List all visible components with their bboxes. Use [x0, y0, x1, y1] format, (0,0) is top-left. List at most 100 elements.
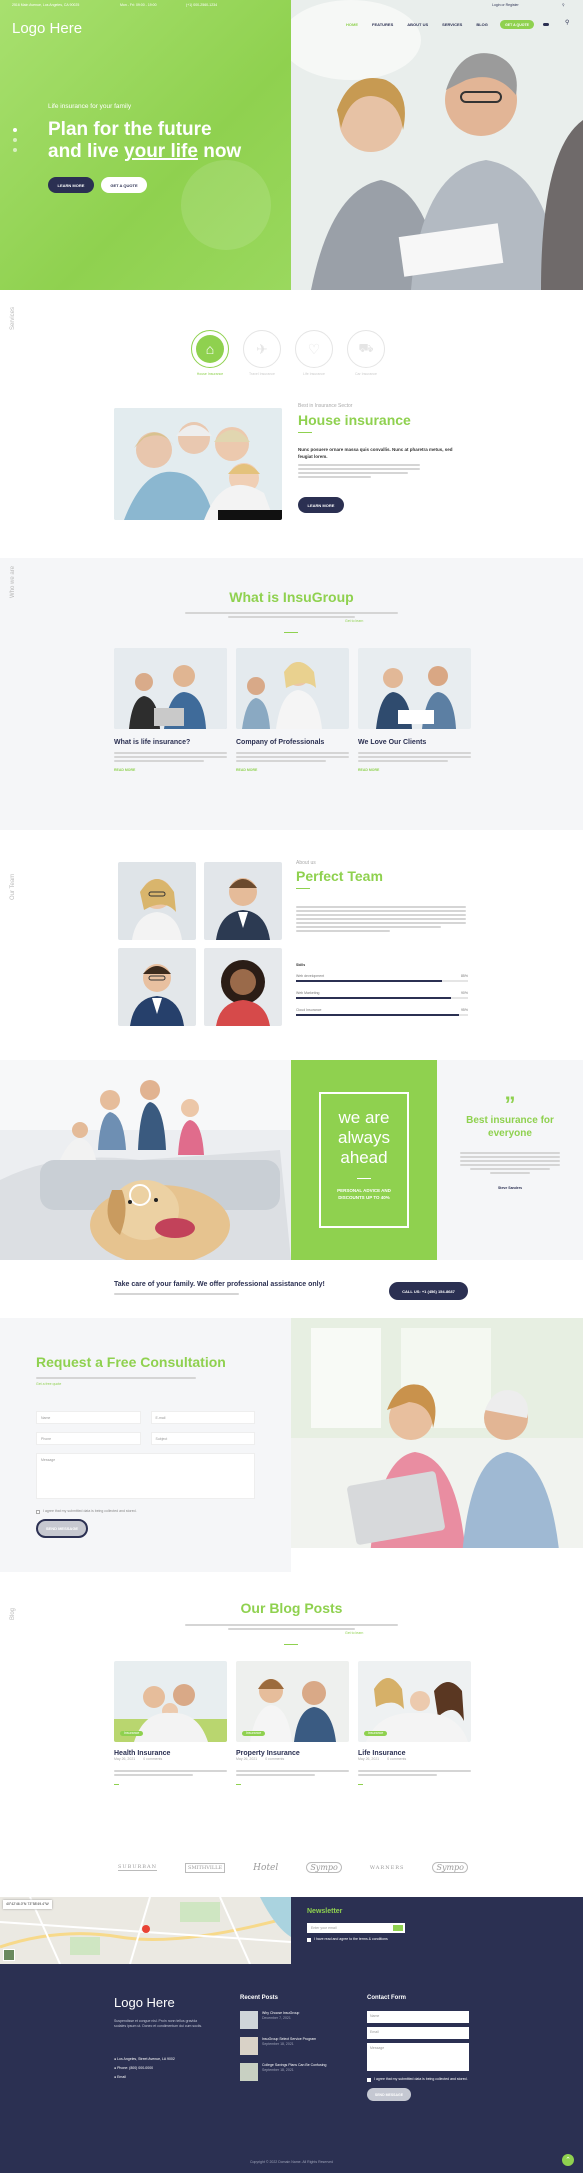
seniors-photo: [291, 1318, 583, 1572]
recent-post[interactable]: InsuGroup Select Service Program Septembe…: [240, 2037, 350, 2055]
arrow-icon[interactable]: [236, 1784, 241, 1785]
team-member-photo[interactable]: [118, 948, 196, 1026]
services-learn-button[interactable]: LEARN MORE: [298, 497, 344, 513]
read-more-link[interactable]: READ MORE: [358, 768, 471, 773]
nav-services[interactable]: SERVICES: [442, 22, 462, 27]
nav-blog[interactable]: BLOG: [476, 22, 488, 27]
post-tag[interactable]: Insurance: [242, 1731, 266, 1736]
newsletter: Newsletter Enter your email I have read …: [291, 1897, 583, 1964]
footer-contacts: ● Los Angeles, Street Avenue, LA 9002 ● …: [114, 2055, 175, 2082]
message-field[interactable]: Message: [36, 1453, 255, 1499]
newsletter-agree: I have read and agree to the terms & con…: [314, 1937, 388, 1941]
agree-checkbox[interactable]: [36, 1509, 40, 1514]
nav-about[interactable]: ABOUT US: [407, 22, 428, 27]
footer-agree-checkbox[interactable]: [367, 2078, 371, 2082]
post-comments[interactable]: 0 comments: [143, 1757, 162, 1762]
team-text: [296, 906, 466, 934]
partner-logo[interactable]: SUBURBAN: [118, 1864, 157, 1871]
subject-field[interactable]: Subject: [150, 1432, 255, 1445]
hero-quote-button[interactable]: GET A QUOTE: [101, 177, 147, 193]
recent-post-thumb: [240, 2037, 258, 2055]
map[interactable]: 40°42'46.0"N 73°58'49.4"W: [0, 1897, 291, 1964]
send-message-button[interactable]: SEND MESSAGE: [36, 1519, 88, 1538]
recent-post-thumb: [240, 2063, 258, 2081]
consult-link[interactable]: Get a free quote: [36, 1382, 61, 1387]
partner-logo[interactable]: WARNERS: [370, 1865, 404, 1871]
service-life[interactable]: ♡ Life Insurance: [295, 330, 333, 377]
blog-post-title: Property Insurance: [236, 1750, 300, 1757]
dog-photo: [0, 1060, 291, 1260]
post-tag[interactable]: Insurance: [120, 1731, 144, 1736]
map-info-box: 40°42'46.0"N 73°58'49.4"W: [3, 1900, 52, 1909]
testimonial: ” Best insurance for everyone Steve Sand…: [437, 1060, 583, 1260]
arrow-icon[interactable]: [114, 1784, 119, 1785]
blog-post[interactable]: Insurance Life Insurance May 26, 2021 0 c…: [358, 1661, 471, 1785]
post-comments[interactable]: 0 comments: [387, 1757, 406, 1762]
service-house[interactable]: ⌂ House Insurance: [191, 330, 229, 377]
hero-learn-button[interactable]: LEARN MORE: [48, 177, 94, 193]
team-member-photo[interactable]: [204, 948, 282, 1026]
agree-label: I agree that my submitted data is being …: [43, 1509, 137, 1513]
blog-post[interactable]: Insurance Health Insurance May 26, 2021 0…: [114, 1661, 227, 1785]
consult-form: Name E-mail Phone Subject Message I agre…: [36, 1411, 255, 1514]
team-eyebrow: About us: [296, 860, 316, 866]
post-tag[interactable]: Insurance: [364, 1731, 388, 1736]
scroll-top-button[interactable]: ⌃: [562, 2154, 574, 2166]
hero-title-line2: and live your life now: [48, 141, 242, 162]
blog-post[interactable]: Insurance Property Insurance May 26, 202…: [236, 1661, 349, 1785]
name-field[interactable]: Name: [36, 1411, 141, 1424]
read-more-link[interactable]: READ MORE: [114, 768, 227, 773]
divider: [298, 432, 312, 433]
team-member-photo[interactable]: [204, 862, 282, 940]
topbar-login[interactable]: Login or Register: [492, 3, 562, 8]
ahead-box: we are always ahead PERSONAL ADVICE AND DI…: [319, 1092, 409, 1228]
newsletter-checkbox[interactable]: [307, 1937, 311, 1942]
blog-intro-link[interactable]: Get to learn: [345, 1631, 363, 1636]
about-intro-link[interactable]: Get to learn: [345, 619, 363, 624]
newsletter-submit[interactable]: [393, 1925, 403, 1931]
slider-dots[interactable]: [13, 128, 17, 152]
nav-features[interactable]: FEATURES: [372, 22, 393, 27]
recent-posts: Why Choose InsuGroup December 7, 2021 Ins…: [240, 2011, 350, 2081]
footer-email-field[interactable]: Email: [367, 2027, 469, 2039]
footer-name-field[interactable]: Name: [367, 2011, 469, 2023]
newsletter-email-input[interactable]: Enter your email: [311, 1926, 393, 1931]
search-icon[interactable]: ⚲: [565, 19, 569, 26]
nav-quote-button[interactable]: GET A QUOTE: [500, 20, 534, 29]
arrow-icon[interactable]: [358, 1784, 363, 1785]
partner-logo[interactable]: SMITHVILLE: [185, 1862, 226, 1873]
blog-post-title: Life Insurance: [358, 1750, 406, 1757]
about-intro: [185, 612, 398, 620]
about-card-image: [114, 648, 227, 729]
partner-logo[interactable]: Sympo: [432, 1862, 468, 1873]
footer-about: Suspendisse et congue nisl. Proin nonn t…: [114, 2019, 203, 2028]
ahead-headline: we are always ahead: [338, 1108, 390, 1167]
toggle-icon[interactable]: [543, 23, 549, 26]
read-more-link[interactable]: READ MORE: [236, 768, 349, 773]
team-side-label: Our Team: [10, 873, 16, 900]
hero-eyebrow: Life insurance for your family: [48, 103, 132, 110]
blog-post-image: Insurance: [114, 1661, 227, 1742]
footer-logo[interactable]: Logo Here: [114, 1995, 175, 2010]
footer-send-button[interactable]: SEND MESSAGE: [367, 2088, 411, 2101]
recent-post[interactable]: College Savings Plans Can Be Confusing Se…: [240, 2063, 350, 2081]
logo[interactable]: Logo Here: [12, 20, 82, 37]
partner-logo[interactable]: Hotel: [253, 1863, 278, 1873]
phone-field[interactable]: Phone: [36, 1432, 141, 1445]
footer-message-field[interactable]: Message: [367, 2043, 469, 2071]
search-icon[interactable]: ⚲: [562, 3, 565, 8]
service-travel[interactable]: ✈ Travel Insurance: [243, 330, 281, 377]
map-thumbnail[interactable]: [3, 1949, 15, 1961]
nav-home[interactable]: HOME: [346, 22, 358, 27]
partner-logos: SUBURBAN SMITHVILLE Hotel Sympo WARNERS …: [118, 1862, 468, 1873]
hero-photo: [291, 0, 583, 290]
skill-bar: Cloud Insurance 95%: [296, 1008, 468, 1016]
about-card-title: We Love Our Clients: [358, 739, 427, 746]
email-field[interactable]: E-mail: [150, 1411, 255, 1424]
post-comments[interactable]: 0 comments: [265, 1757, 284, 1762]
team-member-photo[interactable]: [118, 862, 196, 940]
call-button[interactable]: CALL US: +1 (456) 154-8687: [389, 1282, 468, 1300]
recent-post[interactable]: Why Choose InsuGroup December 7, 2021: [240, 2011, 350, 2029]
partner-logo[interactable]: Sympo: [306, 1862, 342, 1873]
service-car[interactable]: ⛟ Car Insurance: [347, 330, 385, 377]
